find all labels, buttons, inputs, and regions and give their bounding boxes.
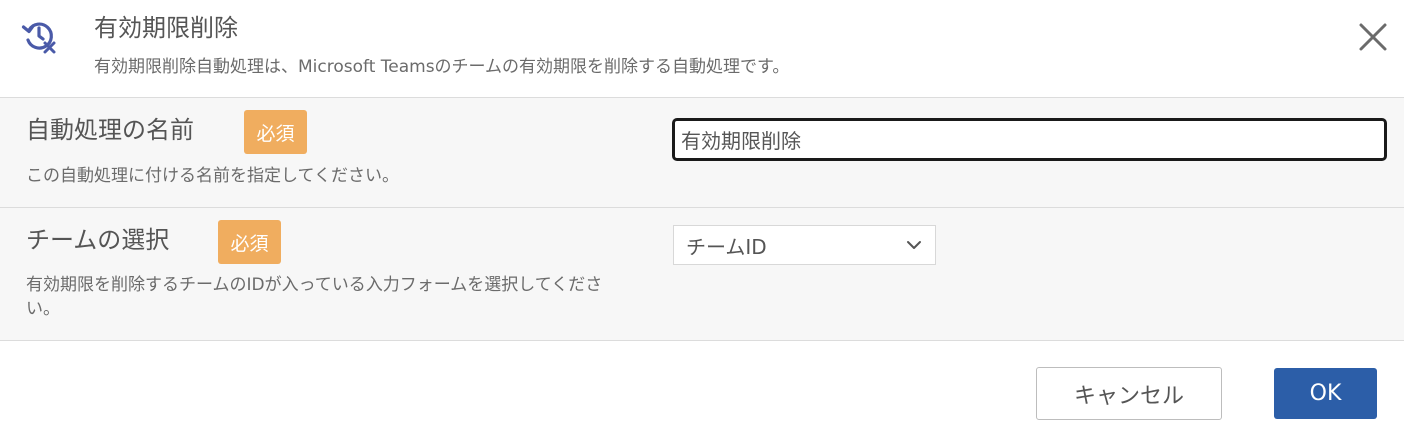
close-button[interactable] xyxy=(1352,16,1394,58)
required-badge: 必須 xyxy=(244,110,307,154)
team-select-value: チームID xyxy=(686,234,767,259)
automation-dialog: 有効期限削除 有効期限削除自動処理は、Microsoft Teamsのチームの有… xyxy=(0,0,1404,435)
name-field-description: この自動処理に付ける名前を指定してください。 xyxy=(26,166,399,186)
history-delete-icon xyxy=(20,18,58,56)
name-field-label: 自動処理の名前 xyxy=(26,116,194,144)
automation-name-input[interactable] xyxy=(672,118,1387,161)
team-field-label: チームの選択 xyxy=(26,226,170,254)
cancel-button[interactable]: キャンセル xyxy=(1036,367,1222,420)
dialog-header: 有効期限削除 有効期限削除自動処理は、Microsoft Teamsのチームの有… xyxy=(0,0,1404,98)
team-select-dropdown[interactable]: チームID xyxy=(673,225,936,265)
chevron-down-icon xyxy=(907,241,921,249)
dialog-subtitle: 有効期限削除自動処理は、Microsoft Teamsのチームの有効期限を削除す… xyxy=(94,57,790,77)
team-field-description: 有効期限を削除するチームのIDが入っている入力フォームを選択してください。 xyxy=(26,275,603,319)
close-icon xyxy=(1359,23,1387,51)
ok-button[interactable]: OK xyxy=(1274,368,1377,419)
dialog-title: 有効期限削除 xyxy=(94,14,238,42)
required-badge: 必須 xyxy=(218,220,281,264)
